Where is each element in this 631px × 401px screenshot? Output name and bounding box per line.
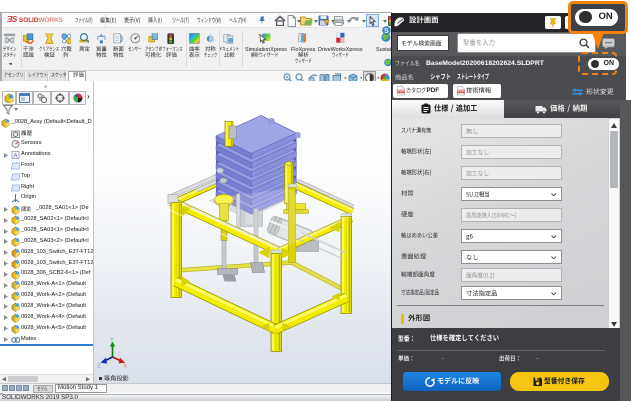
svg-text:PDF: PDF [398,90,404,94]
svg-text:Y: Y [110,338,114,344]
svg-text:X: X [124,364,128,370]
svg-text:PDF: PDF [458,90,464,94]
svg-text:Z: Z [98,364,101,370]
